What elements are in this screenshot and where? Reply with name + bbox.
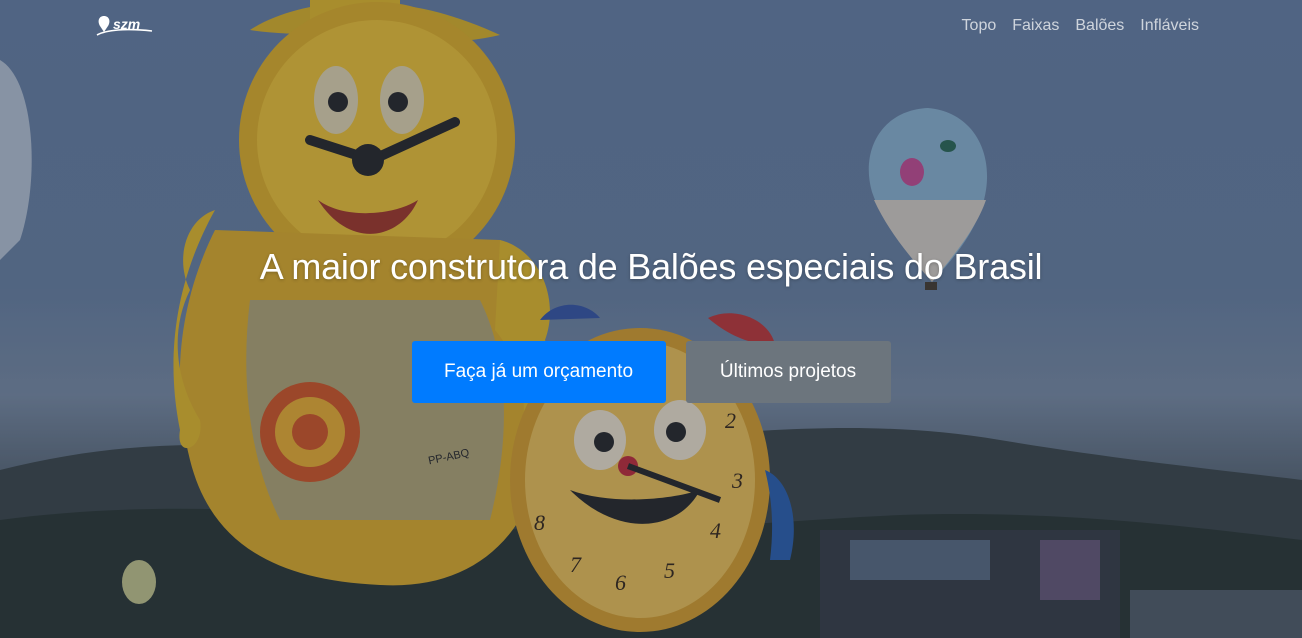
latest-projects-button[interactable]: Últimos projetos	[685, 341, 891, 403]
nav-links: Topo Faixas Balões Infláveis	[962, 16, 1199, 36]
top-navbar: szm Topo Faixas Balões Infláveis	[0, 0, 1302, 52]
brand-logo-text: szm	[113, 16, 140, 32]
hero-dark-overlay	[0, 0, 1302, 638]
brand-logo-link[interactable]: szm	[96, 13, 158, 39]
request-quote-button[interactable]: Faça já um orçamento	[411, 341, 666, 403]
nav-link-faixas[interactable]: Faixas	[1012, 16, 1059, 36]
hero-section: 2 3 4 5 6 7 8 PP-ABQ szm Topo Faixas Bal…	[0, 0, 1302, 638]
brand-logo: szm	[96, 16, 153, 36]
nav-link-inflaveis[interactable]: Infláveis	[1140, 16, 1199, 36]
hero-headline: A maior construtora de Balões especiais …	[259, 246, 1043, 287]
nav-link-topo[interactable]: Topo	[962, 16, 997, 36]
hero-actions: Faça já um orçamento Últimos projetos	[0, 341, 1302, 403]
nav-link-baloes[interactable]: Balões	[1075, 16, 1124, 36]
